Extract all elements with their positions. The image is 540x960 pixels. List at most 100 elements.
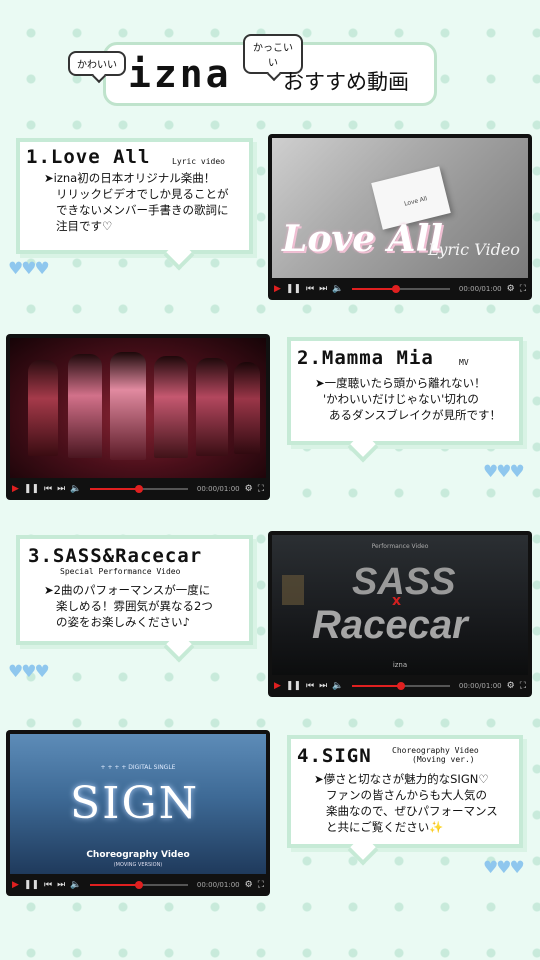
progress-bar[interactable]: [90, 485, 188, 493]
overlay-top-label: Performance Video: [371, 543, 429, 550]
desc-sign: ➤儚さと切なさが魅力的なSIGN♡ ファンの皆さんからも大人気の 楽曲なので、ぜ…: [314, 771, 498, 835]
brand-logo: izna: [128, 52, 232, 96]
progress-fill: [90, 884, 140, 886]
title-sass-racecar: 3.SASS&Racecar: [28, 545, 203, 567]
progress-handle[interactable]: [135, 485, 144, 493]
skip-back-icon[interactable]: ⏮: [306, 284, 314, 294]
tag-kawaii-label: かわいい: [77, 60, 117, 71]
time-display: 00:00/01:00: [458, 285, 502, 293]
skip-forward-icon[interactable]: ⏭: [319, 284, 327, 294]
desc-line: ファンの皆さんからも大人気の: [326, 788, 487, 802]
overlay-subtitle: Lyric Video: [428, 240, 520, 259]
window-light: [282, 575, 304, 605]
progress-handle[interactable]: [392, 285, 401, 293]
fullscreen-icon[interactable]: ⛶: [520, 681, 526, 691]
progress-bar[interactable]: [352, 682, 450, 690]
desc-line: できないメンバー手書きの歌詞に: [56, 203, 229, 217]
overlay-subtitle: Choreography Video: [86, 850, 190, 860]
desc-line: リリックビデオでしか見ることが: [56, 187, 229, 201]
volume-icon[interactable]: 🔈: [70, 880, 81, 890]
player-controls: ▶ ❚❚ ⏮ ⏭ 🔈 00:00/01:00 ⚙ ⛶: [6, 874, 270, 896]
overlay-title: Love All: [282, 218, 443, 260]
skip-forward-icon[interactable]: ⏭: [57, 484, 65, 494]
volume-icon[interactable]: 🔈: [70, 484, 81, 494]
skip-back-icon[interactable]: ⏮: [44, 484, 52, 494]
hearts-decoration: ♥♥♥: [8, 662, 50, 682]
video-thumbnail[interactable]: + + + + DIGITAL SINGLE SIGN Choreography…: [10, 734, 266, 874]
desc-line: ➤儚さと切なさが魅力的なSIGN♡: [314, 772, 489, 786]
settings-icon[interactable]: ⚙: [245, 880, 253, 890]
overlay-subtitle2: (MOVING VERSION): [113, 862, 163, 868]
play-icon[interactable]: ▶: [12, 484, 19, 494]
video-thumbnail[interactable]: Performance Video SASS x Racecar izna: [272, 535, 528, 675]
settings-icon[interactable]: ⚙: [507, 284, 515, 294]
pause-icon[interactable]: ❚❚: [24, 880, 39, 890]
desc-line: ➤一度聴いたら頭から離れない！: [315, 376, 486, 390]
desc-line: ➤2曲のパフォーマンスが一度に: [44, 583, 211, 597]
progress-bar[interactable]: [90, 881, 188, 889]
hearts-decoration: ♥♥♥: [8, 259, 50, 279]
member-figure: [68, 354, 102, 458]
progress-bar[interactable]: [352, 285, 450, 293]
progress-fill: [352, 685, 402, 687]
member-figure: [154, 356, 188, 458]
settings-icon[interactable]: ⚙: [245, 484, 253, 494]
skip-back-icon[interactable]: ⏮: [306, 681, 314, 691]
overlay-logo: izna: [392, 661, 408, 669]
video-thumbnail[interactable]: [10, 338, 266, 478]
play-icon[interactable]: ▶: [12, 880, 19, 890]
desc-line: 楽曲なので、ぜひパフォーマンス: [326, 804, 498, 818]
volume-icon[interactable]: 🔈: [332, 284, 343, 294]
play-icon[interactable]: ▶: [274, 284, 281, 294]
video-thumbnail[interactable]: Love All Love All Lyric Video: [272, 138, 528, 278]
desc-line: 楽しめる！雰囲気が異なる2つ: [56, 599, 213, 613]
volume-icon[interactable]: 🔈: [332, 681, 343, 691]
page-title: おすすめ動画: [283, 70, 409, 94]
progress-fill: [352, 288, 397, 290]
subtitle-mamma-mia: MV: [459, 358, 469, 367]
pause-icon[interactable]: ❚❚: [286, 681, 301, 691]
progress-handle[interactable]: [397, 682, 406, 690]
desc-line: と共にご覧ください✨: [326, 820, 444, 834]
time-display: 00:00/01:00: [196, 485, 240, 493]
progress-fill: [90, 488, 140, 490]
time-display: 00:00/01:00: [458, 682, 502, 690]
desc-line: 'かわいいだけじゃない'切れの: [323, 392, 479, 406]
player-controls: ▶ ❚❚ ⏮ ⏭ 🔈 00:00/01:00 ⚙ ⛶: [268, 675, 532, 697]
fullscreen-icon[interactable]: ⛶: [258, 880, 264, 890]
member-figure: [196, 358, 228, 456]
play-icon[interactable]: ▶: [274, 681, 281, 691]
tag-kawaii: かわいい: [68, 51, 126, 76]
subtitle2-sign: (Moving ver.): [412, 755, 475, 764]
skip-forward-icon[interactable]: ⏭: [57, 880, 65, 890]
video-player-sass-racecar[interactable]: Performance Video SASS x Racecar izna ▶ …: [268, 531, 532, 697]
desc-line: 注目です♡: [56, 219, 113, 233]
subtitle-sign: Choreography Video: [392, 746, 479, 755]
desc-sass-racecar: ➤2曲のパフォーマンスが一度に 楽しめる！雰囲気が異なる2つ の姿をお楽しみくだ…: [44, 582, 213, 630]
member-figure: [28, 360, 58, 456]
desc-line: ➤izna初の日本オリジナル楽曲！: [44, 171, 216, 185]
video-player-mamma-mia[interactable]: ▶ ❚❚ ⏮ ⏭ 🔈 00:00/01:00 ⚙ ⛶: [6, 334, 270, 500]
subtitle-love-all: Lyric video: [172, 157, 225, 166]
title-mamma-mia: 2.Mamma Mia: [297, 347, 434, 369]
overlay-line1: SASS: [352, 561, 456, 603]
video-player-love-all[interactable]: Love All Love All Lyric Video ▶ ❚❚ ⏮ ⏭ 🔈…: [268, 134, 532, 300]
fullscreen-icon[interactable]: ⛶: [520, 284, 526, 294]
overlay-top-label: + + + + DIGITAL SINGLE: [100, 764, 176, 771]
desc-line: の姿をお楽しみください♪: [56, 615, 190, 629]
settings-icon[interactable]: ⚙: [507, 681, 515, 691]
hearts-decoration: ♥♥♥: [483, 858, 525, 878]
progress-handle[interactable]: [135, 881, 144, 889]
fullscreen-icon[interactable]: ⛶: [258, 484, 264, 494]
skip-back-icon[interactable]: ⏮: [44, 880, 52, 890]
subtitle-sass-racecar: Special Performance Video: [60, 567, 181, 576]
time-display: 00:00/01:00: [196, 881, 240, 889]
desc-line: あるダンスブレイクが見所です！: [329, 408, 502, 422]
player-controls: ▶ ❚❚ ⏮ ⏭ 🔈 00:00/01:00 ⚙ ⛶: [6, 478, 270, 500]
pause-icon[interactable]: ❚❚: [286, 284, 301, 294]
skip-forward-icon[interactable]: ⏭: [319, 681, 327, 691]
overlay-title: SIGN: [70, 778, 200, 829]
overlay-line2: Racecar: [312, 603, 468, 647]
video-player-sign[interactable]: + + + + DIGITAL SINGLE SIGN Choreography…: [6, 730, 270, 896]
pause-icon[interactable]: ❚❚: [24, 484, 39, 494]
